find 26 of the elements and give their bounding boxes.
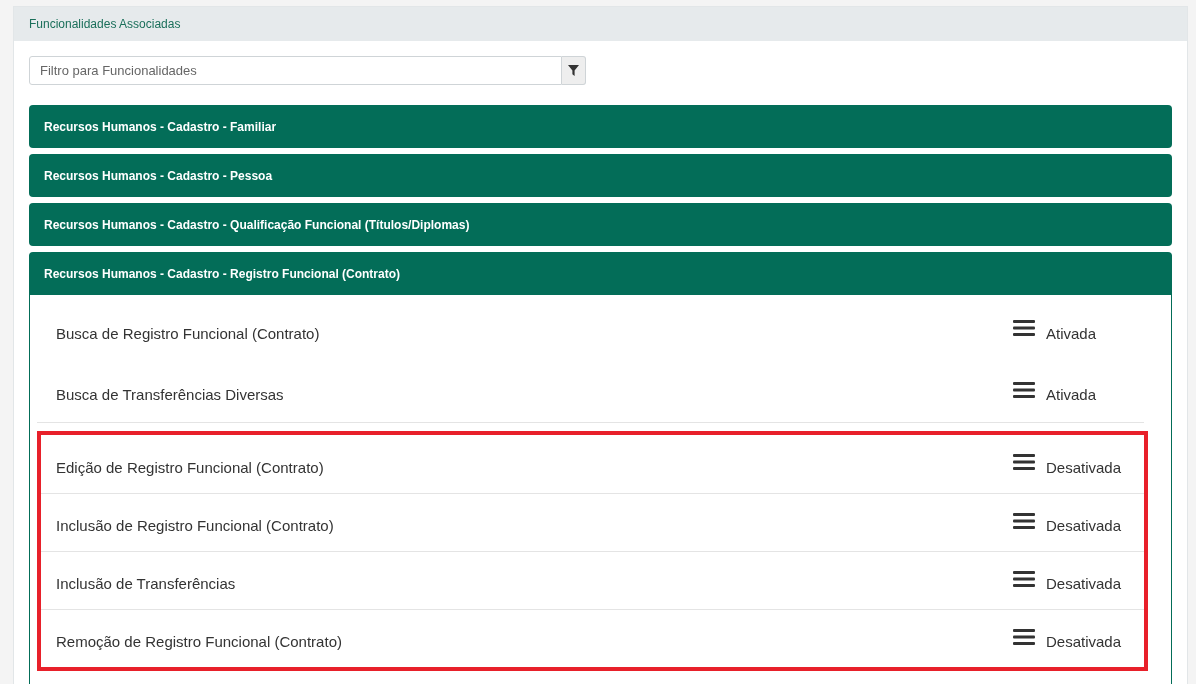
accordion-header[interactable]: Recursos Humanos - Cadastro - Pessoa [29,154,1172,197]
menu-icon[interactable] [1013,569,1035,588]
accordion-header[interactable]: Recursos Humanos - Cadastro - Registro Funcional (Contrato) [29,252,1172,295]
menu-icon[interactable] [1013,319,1035,337]
status-label: Desativada [1046,574,1123,595]
status-label: Desativada [1046,516,1123,537]
feature-name: Remoção de Registro Funcional (Contrato) [56,632,343,653]
status-label: Desativada [1046,457,1123,478]
filter-icon [568,65,579,76]
menu-icon[interactable] [1013,453,1035,471]
feature-name: Inclusão de Registro Funcional (Contrato) [56,516,335,537]
menu-icon[interactable] [1013,380,1035,399]
accordion-header[interactable]: Recursos Humanos - Cadastro - Familiar [29,105,1172,148]
feature-name: Edição de Registro Funcional (Contrato) [56,457,325,478]
filter-button[interactable] [562,56,586,85]
panel-title: Funcionalidades Associadas [29,16,181,33]
feature-name: Busca de Registro Funcional (Contrato) [56,323,321,344]
status-label: Desativada [1046,632,1123,653]
menu-icon[interactable] [1013,627,1035,646]
menu-icon[interactable] [1013,511,1035,530]
feature-name: Busca de Transferências Diversas [56,385,285,406]
accordion-header[interactable]: Recursos Humanos - Cadastro - Qualificação Funcional (Títulos/Diplomas) [29,203,1172,246]
filter-field[interactable]: Filtro para Funcionalidades [29,56,562,85]
feature-name: Inclusão de Transferências [56,574,237,595]
status-label: Ativada [1046,385,1098,406]
status-label: Ativada [1046,323,1098,344]
